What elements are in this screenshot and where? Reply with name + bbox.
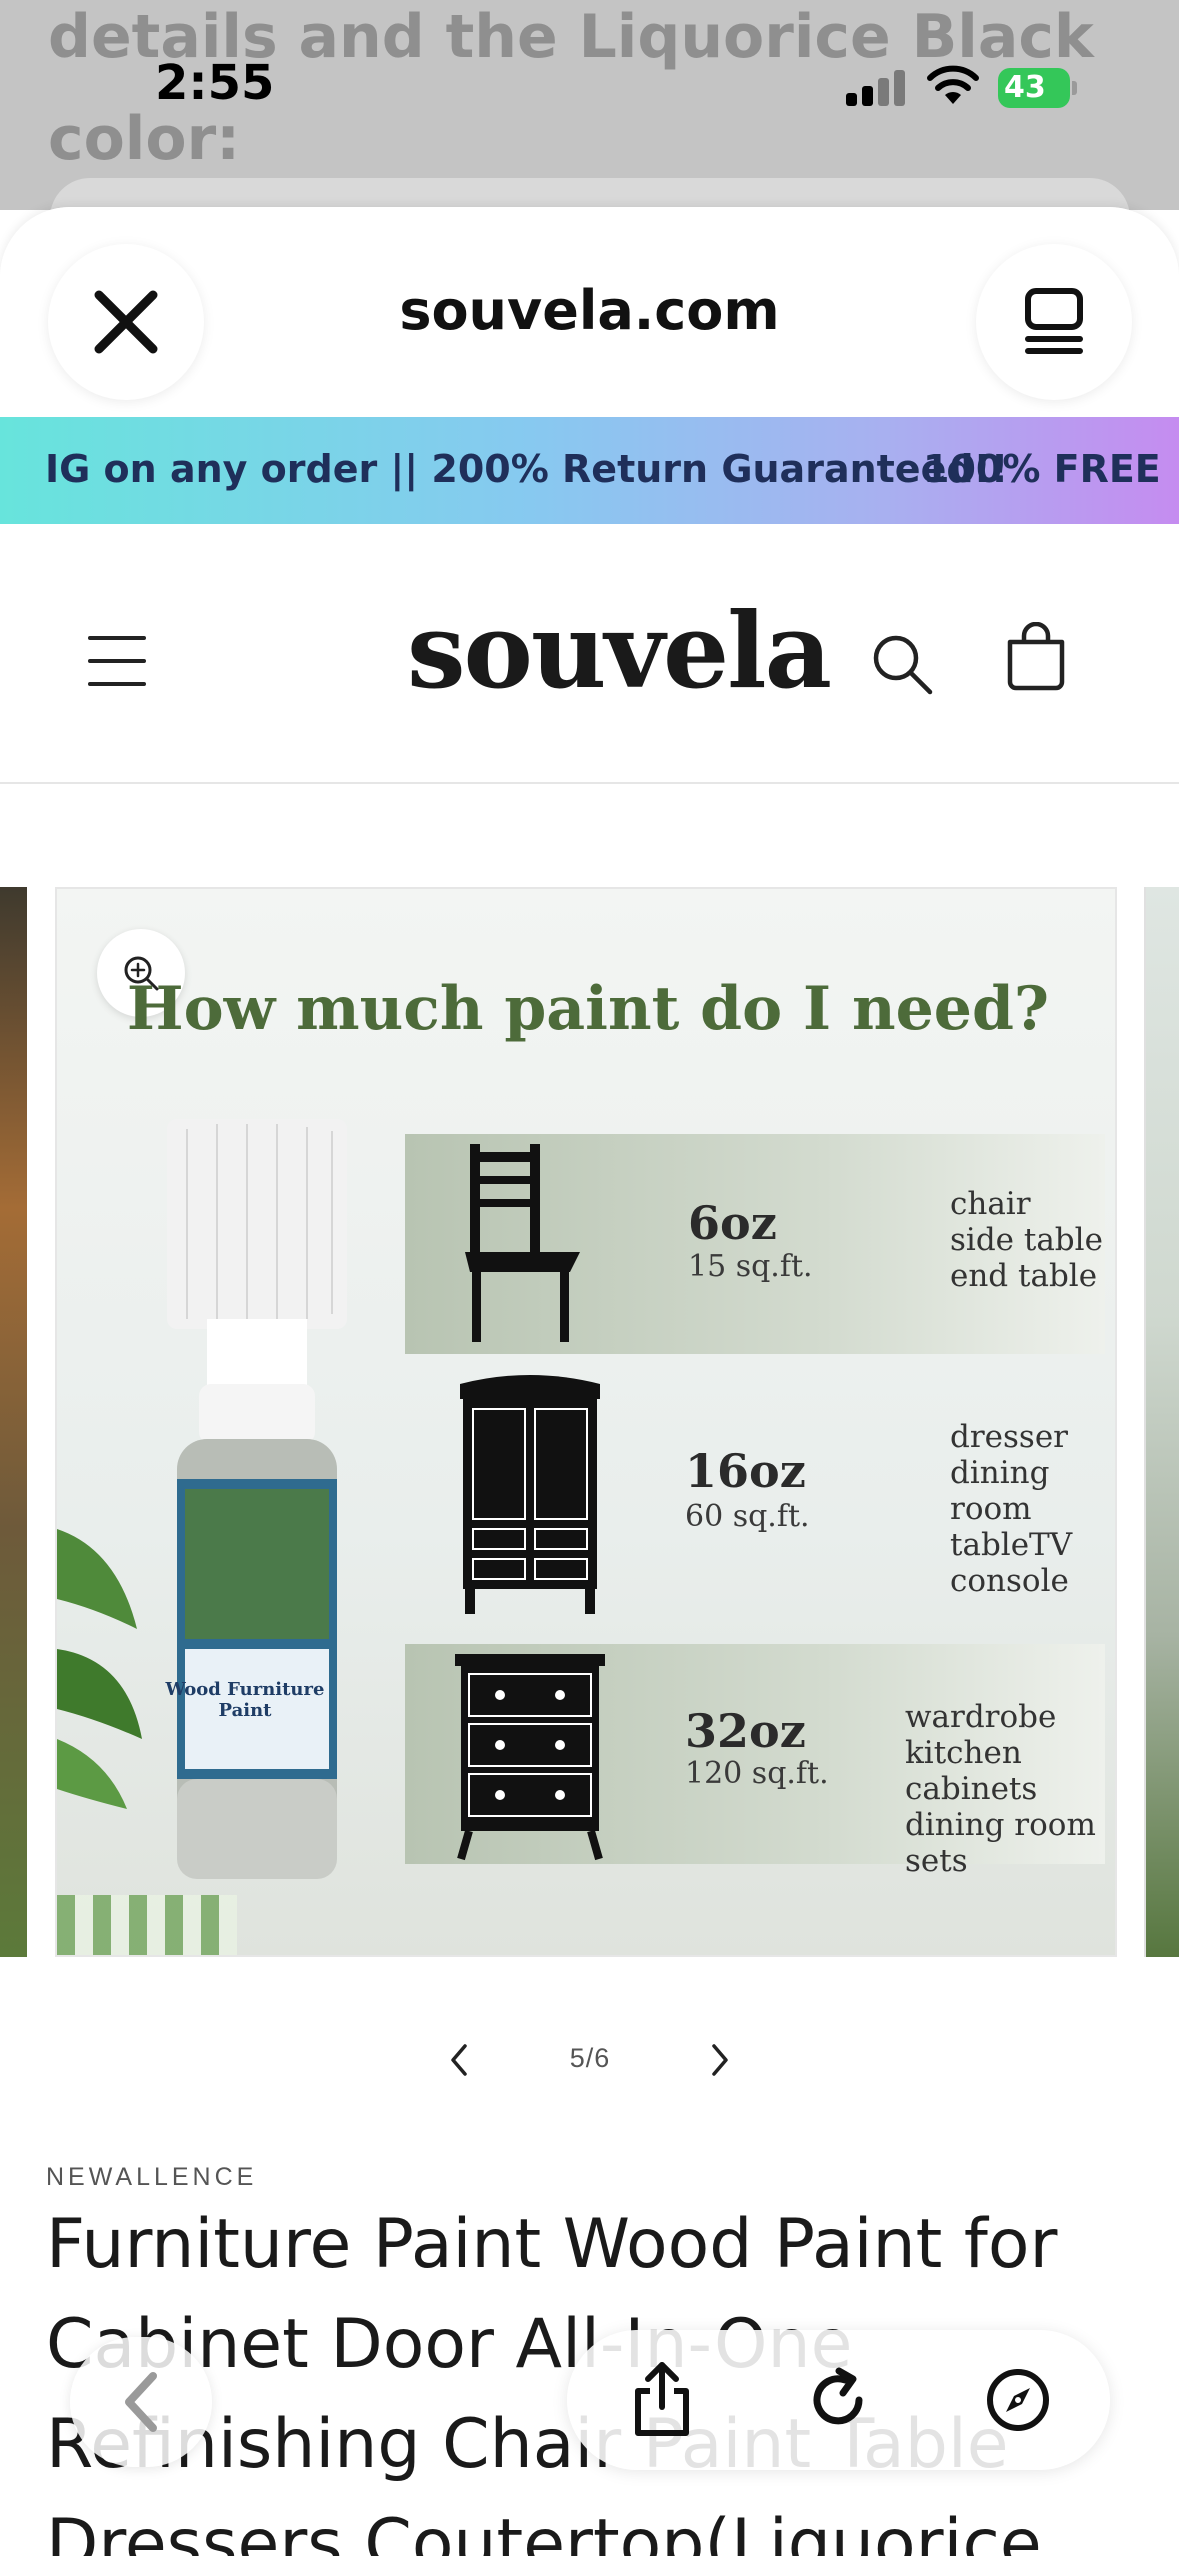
image-title: How much paint do I need? xyxy=(126,974,1050,1044)
tier-area: 120 sq.ft. xyxy=(685,1756,829,1791)
cabinet-icon xyxy=(460,1375,600,1614)
chevron-right-icon xyxy=(712,2044,728,2076)
tier-amount: 32oz xyxy=(685,1704,806,1758)
paint-brush-bottle-image xyxy=(167,1119,347,1879)
share-icon xyxy=(635,2362,689,2436)
gallery-pager: 5/6 xyxy=(0,2035,1179,2085)
site-header: souvela xyxy=(0,524,1179,784)
slide-counter: 5/6 xyxy=(569,2043,611,2073)
announcement-text: IG on any order || 200% Return Guarantee… xyxy=(45,447,1009,491)
paint-tier-3: 32oz 120 sq.ft. wardrobe kitchen cabinet… xyxy=(405,1644,1105,1879)
chevron-left-icon xyxy=(451,2044,467,2076)
reload-button[interactable] xyxy=(793,2355,883,2445)
announcement-text-next: 100% FREE xyxy=(923,447,1161,491)
product-image[interactable]: How much paint do I need? Wood Furniture… xyxy=(55,887,1117,1957)
tier-uses: dresser dining room tableTV console xyxy=(950,1419,1073,1599)
background-card xyxy=(50,178,1130,210)
tier-area: 60 sq.ft. xyxy=(685,1499,810,1534)
next-slide-button[interactable] xyxy=(695,2035,745,2085)
tier-uses: wardrobe kitchen cabinets dining room se… xyxy=(905,1699,1096,1879)
browser-toolbar xyxy=(567,2330,1110,2470)
search-icon[interactable] xyxy=(870,632,934,696)
compass-button[interactable] xyxy=(973,2355,1063,2445)
back-arrow-icon xyxy=(125,2372,157,2432)
battery-level: 43 xyxy=(1004,70,1046,105)
announcement-bar[interactable]: IG on any order || 200% Return Guarantee… xyxy=(0,417,1179,524)
gallery-next-image-peek[interactable] xyxy=(1144,887,1179,1957)
tier-uses: chair side table end table xyxy=(950,1186,1103,1294)
battery-icon: 43 xyxy=(998,68,1078,108)
cart-icon[interactable] xyxy=(1004,622,1068,692)
tier-amount: 6oz xyxy=(688,1196,777,1250)
previous-slide-button[interactable] xyxy=(434,2035,484,2085)
dresser-icon xyxy=(455,1654,605,1861)
wifi-icon xyxy=(927,65,979,104)
gallery-previous-image-peek[interactable] xyxy=(0,887,27,1957)
status-time: 2:55 xyxy=(155,55,275,111)
reload-icon xyxy=(813,2367,863,2425)
status-bar: 2:55 43 xyxy=(0,0,1179,175)
paint-tier-1: 6oz 15 sq.ft. chair side table end table xyxy=(405,1134,1105,1354)
chair-icon xyxy=(465,1144,580,1342)
browser-header: souvela.com xyxy=(0,207,1179,417)
tabs-icon xyxy=(1025,288,1083,354)
product-vendor: NEWALLENCE xyxy=(46,2163,258,2191)
tablecloth-decoration xyxy=(57,1895,237,1955)
paint-tier-2: 16oz 60 sq.ft. dresser dining room table… xyxy=(405,1374,1105,1614)
cellular-signal-icon xyxy=(846,70,906,106)
site-logo[interactable]: souvela xyxy=(407,589,832,712)
tier-amount: 16oz xyxy=(685,1444,806,1498)
compass-icon xyxy=(987,2369,1049,2431)
tier-area: 15 sq.ft. xyxy=(688,1249,813,1284)
bottle-label: Wood Furniture Paint xyxy=(165,1679,325,1721)
share-button[interactable] xyxy=(617,2355,707,2445)
back-button[interactable] xyxy=(70,2337,212,2467)
tabs-button[interactable] xyxy=(976,244,1132,400)
hamburger-menu-icon[interactable] xyxy=(88,636,148,686)
